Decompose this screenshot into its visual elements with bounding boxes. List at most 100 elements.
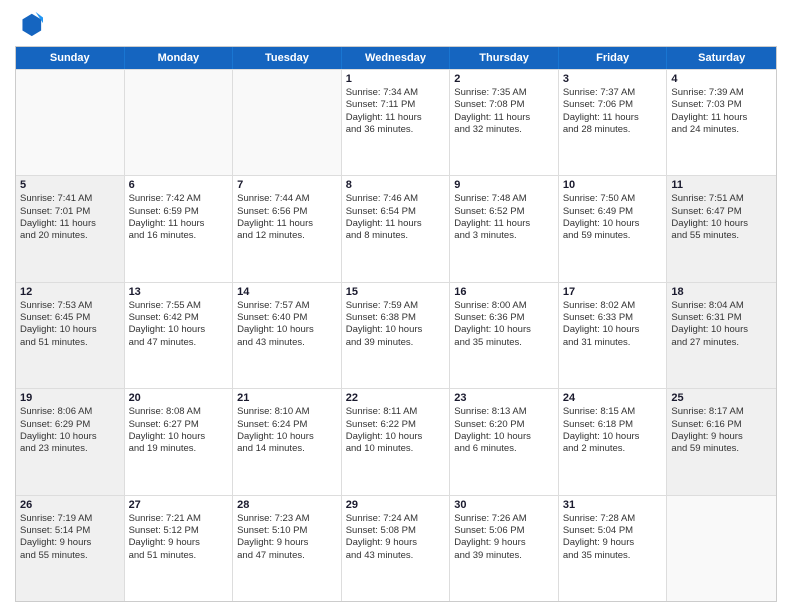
day-info-text: and 39 minutes. — [454, 550, 554, 562]
day-info-text: Daylight: 10 hours — [129, 431, 229, 443]
day-info-text: Sunrise: 8:11 AM — [346, 406, 446, 418]
day-info-text: Sunrise: 7:55 AM — [129, 300, 229, 312]
header — [15, 10, 777, 38]
day-number: 14 — [237, 286, 337, 298]
calendar-row-2: 5Sunrise: 7:41 AMSunset: 7:01 PMDaylight… — [16, 175, 776, 281]
day-info-text: Daylight: 11 hours — [237, 218, 337, 230]
day-number: 20 — [129, 392, 229, 404]
day-info-text: and 35 minutes. — [454, 337, 554, 349]
day-info-text: Daylight: 11 hours — [454, 112, 554, 124]
day-info-text: Daylight: 10 hours — [671, 324, 772, 336]
day-number: 24 — [563, 392, 663, 404]
day-info-text: Sunset: 6:36 PM — [454, 312, 554, 324]
day-info-text: Sunset: 6:47 PM — [671, 206, 772, 218]
day-info-text: Sunset: 6:54 PM — [346, 206, 446, 218]
day-number: 18 — [671, 286, 772, 298]
day-info-text: and 14 minutes. — [237, 443, 337, 455]
header-day-saturday: Saturday — [667, 47, 776, 69]
empty-cell — [233, 70, 342, 175]
day-info-text: Sunset: 6:45 PM — [20, 312, 120, 324]
header-day-monday: Monday — [125, 47, 234, 69]
day-info-text: and 27 minutes. — [671, 337, 772, 349]
day-info-text: Sunrise: 7:24 AM — [346, 513, 446, 525]
day-info-text: Daylight: 11 hours — [671, 112, 772, 124]
day-info-text: Sunset: 5:12 PM — [129, 525, 229, 537]
day-info-text: Sunrise: 7:35 AM — [454, 87, 554, 99]
day-info-text: and 43 minutes. — [346, 550, 446, 562]
calendar-row-5: 26Sunrise: 7:19 AMSunset: 5:14 PMDayligh… — [16, 495, 776, 601]
day-info-text: Sunrise: 7:34 AM — [346, 87, 446, 99]
day-number: 30 — [454, 499, 554, 511]
day-info-text: and 12 minutes. — [237, 230, 337, 242]
day-info-text: Sunset: 6:22 PM — [346, 419, 446, 431]
day-cell-22: 22Sunrise: 8:11 AMSunset: 6:22 PMDayligh… — [342, 389, 451, 494]
day-info-text: Sunrise: 8:13 AM — [454, 406, 554, 418]
day-number: 3 — [563, 73, 663, 85]
day-cell-30: 30Sunrise: 7:26 AMSunset: 5:06 PMDayligh… — [450, 496, 559, 601]
day-cell-20: 20Sunrise: 8:08 AMSunset: 6:27 PMDayligh… — [125, 389, 234, 494]
day-info-text: and 51 minutes. — [129, 550, 229, 562]
header-day-thursday: Thursday — [450, 47, 559, 69]
day-info-text: Sunrise: 7:39 AM — [671, 87, 772, 99]
calendar-header: SundayMondayTuesdayWednesdayThursdayFrid… — [16, 47, 776, 69]
empty-cell — [125, 70, 234, 175]
day-info-text: and 31 minutes. — [563, 337, 663, 349]
day-info-text: Sunrise: 8:10 AM — [237, 406, 337, 418]
day-cell-1: 1Sunrise: 7:34 AMSunset: 7:11 PMDaylight… — [342, 70, 451, 175]
day-info-text: and 2 minutes. — [563, 443, 663, 455]
logo — [15, 10, 47, 38]
day-info-text: Sunrise: 7:26 AM — [454, 513, 554, 525]
day-info-text: and 10 minutes. — [346, 443, 446, 455]
day-info-text: Sunrise: 7:48 AM — [454, 193, 554, 205]
day-info-text: and 55 minutes. — [671, 230, 772, 242]
day-info-text: Daylight: 9 hours — [563, 537, 663, 549]
day-number: 23 — [454, 392, 554, 404]
day-number: 19 — [20, 392, 120, 404]
header-day-tuesday: Tuesday — [233, 47, 342, 69]
day-info-text: Sunrise: 7:51 AM — [671, 193, 772, 205]
day-cell-27: 27Sunrise: 7:21 AMSunset: 5:12 PMDayligh… — [125, 496, 234, 601]
day-cell-16: 16Sunrise: 8:00 AMSunset: 6:36 PMDayligh… — [450, 283, 559, 388]
day-info-text: Sunrise: 8:17 AM — [671, 406, 772, 418]
day-info-text: Daylight: 11 hours — [454, 218, 554, 230]
day-cell-23: 23Sunrise: 8:13 AMSunset: 6:20 PMDayligh… — [450, 389, 559, 494]
day-info-text: Sunset: 6:20 PM — [454, 419, 554, 431]
day-info-text: Daylight: 10 hours — [237, 431, 337, 443]
day-cell-10: 10Sunrise: 7:50 AMSunset: 6:49 PMDayligh… — [559, 176, 668, 281]
day-info-text: Sunrise: 7:37 AM — [563, 87, 663, 99]
day-cell-3: 3Sunrise: 7:37 AMSunset: 7:06 PMDaylight… — [559, 70, 668, 175]
day-number: 22 — [346, 392, 446, 404]
day-info-text: Daylight: 9 hours — [671, 431, 772, 443]
day-info-text: and 51 minutes. — [20, 337, 120, 349]
day-info-text: and 36 minutes. — [346, 124, 446, 136]
day-info-text: Sunset: 6:42 PM — [129, 312, 229, 324]
day-info-text: Sunset: 6:31 PM — [671, 312, 772, 324]
day-info-text: Sunset: 7:03 PM — [671, 99, 772, 111]
calendar-row-3: 12Sunrise: 7:53 AMSunset: 6:45 PMDayligh… — [16, 282, 776, 388]
day-info-text: Sunset: 7:06 PM — [563, 99, 663, 111]
day-number: 15 — [346, 286, 446, 298]
day-number: 16 — [454, 286, 554, 298]
day-info-text: Daylight: 10 hours — [20, 431, 120, 443]
day-number: 17 — [563, 286, 663, 298]
day-info-text: Sunset: 6:52 PM — [454, 206, 554, 218]
day-info-text: Sunrise: 8:08 AM — [129, 406, 229, 418]
day-info-text: and 47 minutes. — [237, 550, 337, 562]
day-info-text: Sunset: 7:08 PM — [454, 99, 554, 111]
day-number: 21 — [237, 392, 337, 404]
day-number: 9 — [454, 179, 554, 191]
day-info-text: Sunrise: 7:42 AM — [129, 193, 229, 205]
day-info-text: Sunrise: 7:44 AM — [237, 193, 337, 205]
day-info-text: and 35 minutes. — [563, 550, 663, 562]
day-info-text: Daylight: 9 hours — [129, 537, 229, 549]
day-info-text: Daylight: 10 hours — [563, 218, 663, 230]
day-cell-2: 2Sunrise: 7:35 AMSunset: 7:08 PMDaylight… — [450, 70, 559, 175]
day-info-text: and 8 minutes. — [346, 230, 446, 242]
day-info-text: Sunset: 6:59 PM — [129, 206, 229, 218]
day-number: 11 — [671, 179, 772, 191]
day-cell-26: 26Sunrise: 7:19 AMSunset: 5:14 PMDayligh… — [16, 496, 125, 601]
logo-icon — [15, 10, 43, 38]
day-cell-13: 13Sunrise: 7:55 AMSunset: 6:42 PMDayligh… — [125, 283, 234, 388]
day-info-text: Daylight: 11 hours — [346, 218, 446, 230]
day-info-text: Sunrise: 7:28 AM — [563, 513, 663, 525]
